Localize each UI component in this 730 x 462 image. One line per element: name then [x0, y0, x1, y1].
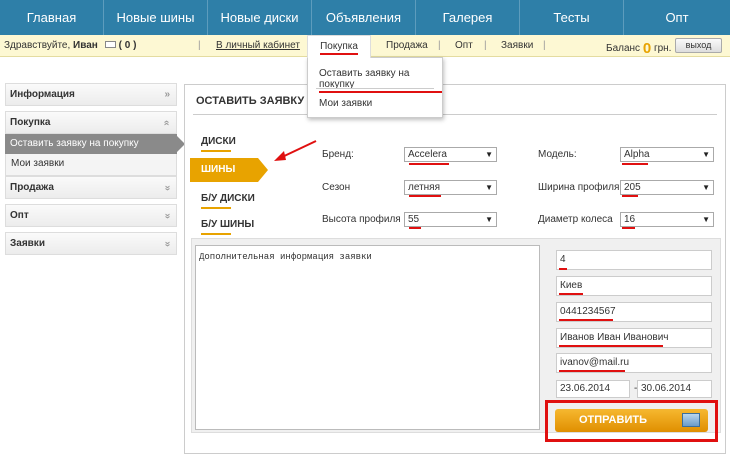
dropdown-divider: [316, 88, 434, 89]
menu-sell[interactable]: Продажа: [386, 40, 428, 51]
underline-annotation: [409, 227, 421, 229]
buy-dropdown: Оставить заявку на покупку Мои заявки: [307, 57, 443, 118]
nav-item-home[interactable]: Главная: [0, 0, 104, 35]
nav-item-gallery[interactable]: Галерея: [416, 0, 520, 35]
sidebar-subitem-create-request[interactable]: Оставить заявку на покупку: [5, 134, 185, 154]
underline-annotation: [559, 319, 613, 321]
dropdown-create-request[interactable]: Оставить заявку на покупку: [319, 68, 442, 93]
request-panel: ОСТАВИТЬ ЗАЯВКУ НА ДИСКИ ШИНЫ Б/У ДИСКИ …: [184, 84, 726, 454]
sidebar-item-info[interactable]: Информация»: [5, 83, 177, 106]
brand-label: Бренд:: [322, 149, 354, 160]
chevron-down-icon: »: [164, 89, 170, 100]
category-used-tires[interactable]: Б/У ШИНЫ: [201, 219, 254, 235]
height-label: Высота профиля: [322, 214, 401, 225]
sidebar-item-requests[interactable]: Заявки»: [5, 232, 177, 255]
nav-item-ads[interactable]: Объявления: [312, 0, 416, 35]
dropdown-my-requests[interactable]: Мои заявки: [319, 98, 372, 109]
brand-select[interactable]: Accelera ▼: [404, 147, 497, 162]
underline-annotation: [622, 227, 635, 229]
main-nav: Главная Новые шины Новые диски Объявлени…: [0, 0, 730, 38]
nav-item-new-tires[interactable]: Новые шины: [104, 0, 208, 35]
chevron-down-icon: »: [162, 213, 174, 219]
underline-annotation: [409, 163, 449, 165]
width-select[interactable]: 205 ▼: [620, 180, 714, 195]
dropdown-arrow-icon: ▼: [485, 183, 493, 192]
submit-highlight: ОТПРАВИТЬ: [545, 400, 718, 442]
date-to-input[interactable]: 30.06.2014: [637, 380, 712, 398]
width-label: Ширина профиля: [538, 182, 620, 193]
underline-annotation: [559, 370, 625, 372]
menu-opt[interactable]: Опт: [455, 40, 473, 51]
balance-label: Баланс: [606, 43, 641, 54]
height-select[interactable]: 55 ▼: [404, 212, 497, 227]
dropdown-arrow-icon: ▼: [485, 215, 493, 224]
category-disks[interactable]: ДИСКИ: [201, 136, 236, 152]
chevron-down-icon: »: [162, 185, 174, 191]
underline-annotation: [409, 195, 441, 197]
additional-info-textarea[interactable]: Дополнительная информация заявки: [195, 245, 540, 430]
envelope-icon[interactable]: [104, 40, 116, 48]
underline-annotation: [622, 163, 648, 165]
underline-annotation: [559, 268, 567, 270]
underline-annotation: [622, 195, 638, 197]
sidebar-item-buy[interactable]: Покупка»: [5, 111, 177, 134]
nav-item-new-disks[interactable]: Новые диски: [208, 0, 312, 35]
model-label: Модель:: [538, 149, 577, 160]
dropdown-arrow-icon: ▼: [702, 183, 710, 192]
balance-value: 0: [642, 40, 652, 57]
cabinet-link[interactable]: В личный кабинет: [216, 40, 300, 51]
sidebar: Информация» Покупка» Оставить заявку на …: [5, 83, 185, 255]
balance-currency: грн.: [653, 43, 672, 54]
underline-annotation: [559, 345, 663, 347]
menu-buy[interactable]: Покупка: [307, 35, 371, 58]
nav-item-opt[interactable]: Опт: [624, 0, 730, 38]
sidebar-item-sell[interactable]: Продажа»: [5, 176, 177, 199]
sidebar-subitem-my-requests[interactable]: Мои заявки: [5, 154, 177, 176]
date-from-input[interactable]: 23.06.2014: [556, 380, 630, 398]
submit-button[interactable]: ОТПРАВИТЬ: [555, 409, 708, 432]
underline-annotation: [559, 293, 583, 295]
diameter-select[interactable]: 16 ▼: [620, 212, 714, 227]
user-name: Иван: [73, 40, 98, 51]
send-icon: [682, 413, 700, 427]
menu-requests[interactable]: Заявки: [501, 40, 533, 51]
category-tires[interactable]: ШИНЫ: [190, 158, 268, 182]
messages-count[interactable]: ( 0 ): [119, 40, 137, 51]
page-title: ОСТАВИТЬ ЗАЯВКУ НА: [196, 95, 324, 107]
dropdown-arrow-icon: ▼: [485, 150, 493, 159]
nav-item-tests[interactable]: Тесты: [520, 0, 624, 35]
balance: Баланс 0 грн.: [606, 38, 672, 57]
season-label: Сезон: [322, 182, 351, 193]
model-select[interactable]: Alpha ▼: [620, 147, 714, 162]
category-used-disks[interactable]: Б/У ДИСКИ: [201, 193, 255, 209]
logout-button[interactable]: выход: [675, 38, 722, 53]
chevron-up-icon: »: [161, 120, 173, 126]
sidebar-item-opt[interactable]: Опт»: [5, 204, 177, 227]
greeting-text: Здравствуйте,: [4, 40, 71, 51]
dropdown-arrow-icon: ▼: [702, 215, 710, 224]
season-select[interactable]: летняя ▼: [404, 180, 497, 195]
chevron-down-icon: »: [162, 241, 174, 247]
divider: [193, 114, 717, 115]
dropdown-arrow-icon: ▼: [702, 150, 710, 159]
arrow-annotation: [274, 140, 317, 161]
diameter-label: Диаметр колеса: [538, 214, 613, 225]
quantity-input[interactable]: 4: [556, 250, 712, 270]
